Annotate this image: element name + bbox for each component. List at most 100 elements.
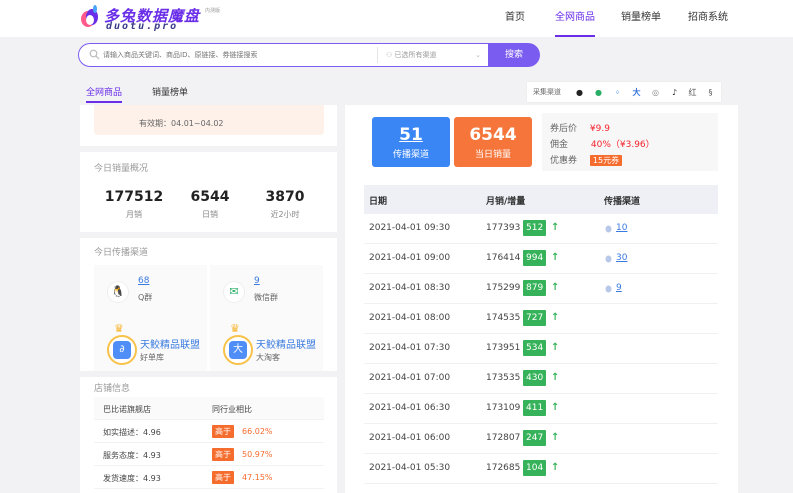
league-card-dataoke[interactable]: ♛ 大 天鲛精品联盟 大淘客 (210, 317, 323, 371)
other-icon[interactable]: § (705, 87, 716, 98)
row-delta: 430 (523, 370, 547, 386)
shop-pct: 50.97% (242, 450, 273, 459)
crown-icon: ♛ (230, 322, 240, 335)
honghu-icon[interactable]: 红 (687, 87, 698, 98)
league-card-haodanku[interactable]: ♛ ∂ 天鲛精品联盟 好单库 (94, 317, 207, 371)
logo-domain: duotu.pro (106, 21, 179, 32)
shop-row: 发货速度：4.93 高于 47.15% (94, 466, 324, 489)
row-channel-count[interactable]: 10 (616, 223, 627, 233)
tiktok-icon[interactable]: ♪ (669, 87, 680, 98)
table-row: 2021-04-01 07:30 173951 534 ↑ (364, 334, 718, 364)
stat-label: 近2小时 (270, 210, 300, 219)
stat-value: 3870 (265, 189, 305, 205)
coupon-label: 优惠券 (550, 156, 578, 166)
chevron-down-icon: ⌄ (475, 51, 481, 59)
channel-count[interactable]: 68 (138, 276, 149, 286)
nav-merchant-system[interactable]: 招商系统 (688, 0, 728, 37)
up-arrow-icon: ↑ (551, 432, 560, 443)
search-input[interactable] (103, 47, 363, 63)
row-delta: 512 (523, 220, 547, 236)
nav-sales-ranking[interactable]: 销量榜单 (621, 0, 661, 37)
row-sales: 173951 (486, 343, 521, 353)
row-channel-count[interactable]: 30 (616, 253, 627, 263)
row-sales: 176414 (486, 253, 521, 263)
league-sub: 好单库 (140, 353, 164, 362)
row-sales: 177393 (486, 223, 521, 233)
tab-sales-ranking[interactable]: 销量榜单 (152, 83, 188, 103)
table-row: 2021-04-01 05:30 172685 104 ↑ (364, 454, 718, 484)
coupon-line: 优惠券 15元券 (550, 153, 623, 166)
shop-header-row: 巴比诺旗舰店 同行业相比 (94, 397, 324, 420)
nav-all-products[interactable]: 全网商品 (555, 0, 595, 37)
row-delta: 534 (523, 340, 547, 356)
channel-card-qq[interactable]: 🐧 68 Q群 (94, 265, 207, 317)
search-box: ⚇ 已选所有渠道 ⌄ (78, 43, 490, 67)
league-title: 天鲛精品联盟 (140, 340, 200, 351)
table-row: 2021-04-01 07:00 173535 430 ↑ (364, 364, 718, 394)
dataoke-glyph: 大 (229, 341, 247, 359)
search-icon (89, 49, 100, 60)
row-date: 2021-04-01 08:30 (369, 283, 451, 293)
divider (80, 146, 337, 152)
commission-value: 40%（¥3.96） (590, 140, 655, 150)
shop-compare-label: 同行业相比 (212, 405, 252, 414)
col-sales: 月销/增量 (486, 197, 526, 207)
row-date: 2021-04-01 07:30 (369, 343, 451, 353)
table-row: 2021-04-01 06:30 173109 411 ↑ (364, 394, 718, 424)
row-delta: 727 (523, 310, 547, 326)
da-icon[interactable]: 大 (631, 87, 642, 98)
wechat-icon[interactable]: ● (593, 87, 604, 98)
qq-icon: 🐧 (107, 281, 129, 303)
up-arrow-icon: ↑ (551, 402, 560, 413)
crown-icon: ♛ (114, 322, 124, 335)
channel-count[interactable]: 9 (254, 276, 260, 286)
channel-select[interactable]: ⚇ 已选所有渠道 ⌄ (377, 47, 487, 63)
row-date: 2021-04-01 06:00 (369, 433, 451, 443)
col-channels: 传播渠道 (604, 197, 641, 207)
search-button[interactable]: 搜索 (488, 43, 540, 67)
up-arrow-icon: ↑ (551, 462, 560, 473)
shop-info-title: 店铺信息 (94, 384, 131, 394)
metric-channels[interactable]: 51 传播渠道 (372, 117, 450, 167)
haodanku-glyph: ∂ (113, 341, 131, 359)
qq-icon (605, 255, 612, 263)
row-sales: 173109 (486, 403, 521, 413)
pinduoduo-icon[interactable]: ◎ (650, 87, 661, 98)
top-header: 多兔数据魔盘 duotu.pro 内测版 首页 全网商品 销量榜单 招商系统 (0, 0, 793, 37)
logo[interactable]: 多兔数据魔盘 duotu.pro 内测版 (80, 4, 225, 32)
row-date: 2021-04-01 09:30 (369, 223, 451, 233)
validity-text: 有效期：04.01~04.02 (139, 119, 224, 128)
shop-score: 服务态度：4.93 (103, 451, 161, 460)
col-date: 日期 (369, 197, 388, 207)
shop-pct: 47.15% (242, 473, 273, 482)
channel-card-wechat[interactable]: ✉ 9 微信群 (210, 265, 323, 317)
sales-table: 日期 月销/增量 传播渠道 2021-04-01 09:30 177393 512 ↑… (364, 185, 718, 484)
price-after-coupon: 券后价 ¥9.9 (550, 121, 610, 134)
shop-name: 巴比诺旗舰店 (103, 405, 151, 414)
tab-all-products[interactable]: 全网商品 (86, 83, 123, 103)
qq-icon (605, 225, 612, 233)
weibo-icon[interactable]: ᛜ (612, 87, 623, 98)
shop-score: 如实描述：4.96 (103, 428, 161, 437)
shop-row: 服务态度：4.93 高于 50.97% (94, 443, 324, 466)
nav-home[interactable]: 首页 (505, 0, 525, 37)
shop-pct: 66.02% (242, 427, 273, 436)
row-delta: 104 (523, 460, 547, 476)
row-date: 2021-04-01 09:00 (369, 253, 451, 263)
qq-icon[interactable]: ● (574, 87, 585, 98)
channel-select-value: 已选所有渠道 (394, 51, 437, 59)
channel-name: 微信群 (254, 293, 278, 302)
league-sub: 大淘客 (256, 353, 280, 362)
shop-table: 巴比诺旗舰店 同行业相比 如实描述：4.96 高于 66.02% 服务态度：4.… (94, 397, 324, 489)
coupon-tag[interactable]: 15元券 (589, 155, 623, 166)
up-arrow-icon: ↑ (551, 222, 560, 233)
up-arrow-icon: ↑ (551, 312, 560, 323)
league-title: 天鲛精品联盟 (256, 340, 316, 351)
up-arrow-icon: ↑ (551, 252, 560, 263)
stat-label: 月销 (126, 210, 142, 219)
divider (80, 232, 337, 238)
metric-value: 6544 (469, 125, 517, 145)
stat-monthly: 177512 月销 (94, 189, 174, 220)
row-sales: 174535 (486, 313, 521, 323)
row-channel-count[interactable]: 9 (616, 283, 622, 293)
